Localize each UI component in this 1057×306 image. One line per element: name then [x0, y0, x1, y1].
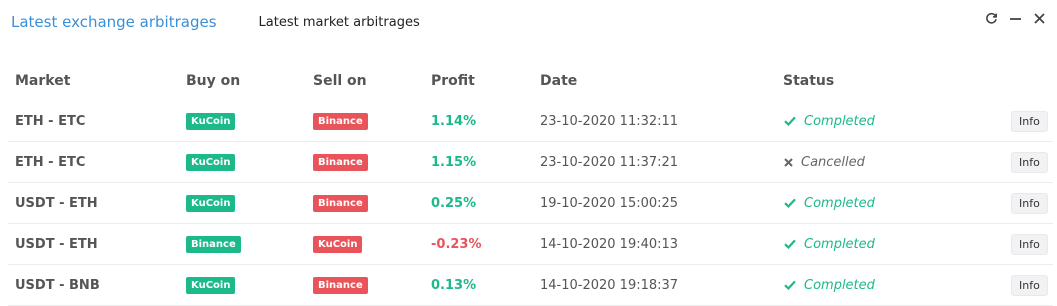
tab-latest-market-arbitrages[interactable]: Latest market arbitrages: [259, 15, 420, 30]
status-cell: Cancelled: [784, 142, 865, 182]
table-row: ETH - ETC KuCoin Binance 1.15% 23-10-2020 11…: [8, 142, 1053, 183]
sell-exchange-badge: Binance: [313, 153, 368, 171]
buy-exchange-badge: KuCoin: [186, 112, 236, 130]
market-pair: USDT - BNB: [15, 277, 100, 293]
minimize-icon[interactable]: [1007, 10, 1023, 26]
info-cell: Info: [1011, 142, 1048, 182]
status-label: Completed: [804, 195, 875, 211]
info-cell: Info: [1011, 183, 1048, 223]
date-value: 23-10-2020 11:37:21: [540, 154, 679, 170]
market-pair: ETH - ETC: [15, 154, 86, 170]
info-cell: Info: [1011, 101, 1048, 141]
profit-value: 0.13%: [431, 277, 477, 293]
status-label: Completed: [804, 277, 875, 293]
refresh-icon[interactable]: [983, 10, 999, 26]
market-pair: USDT - ETH: [15, 195, 98, 211]
sell-exchange: Binance: [313, 183, 368, 223]
x-icon: [784, 157, 793, 167]
info-cell: Info: [1011, 224, 1048, 264]
profit-value: -0.23%: [431, 236, 482, 252]
date-value: 19-10-2020 15:00:25: [540, 195, 679, 211]
market-pair: ETH - ETC: [15, 113, 86, 129]
profit-value: 1.14%: [431, 113, 477, 129]
header-date[interactable]: Date: [540, 73, 577, 89]
tab-bar: Latest exchange arbitrages Latest market…: [11, 11, 420, 33]
header-status[interactable]: Status: [783, 73, 834, 89]
sell-exchange-badge: Binance: [313, 276, 368, 294]
status-cell: Completed: [784, 183, 875, 223]
sell-exchange-badge: Binance: [313, 194, 368, 212]
buy-exchange-badge: Binance: [186, 235, 241, 253]
table-body: ETH - ETC KuCoin Binance 1.14% 23-10-2020 11…: [0, 101, 1057, 306]
check-icon: [784, 116, 796, 126]
sell-exchange: Binance: [313, 265, 368, 305]
buy-exchange: KuCoin: [186, 265, 236, 305]
info-button[interactable]: Info: [1011, 151, 1048, 173]
tab-latest-exchange-arbitrages[interactable]: Latest exchange arbitrages: [11, 13, 217, 31]
sell-exchange-badge: Binance: [313, 112, 368, 130]
buy-exchange: KuCoin: [186, 183, 236, 223]
buy-exchange-badge: KuCoin: [186, 153, 236, 171]
buy-exchange-badge: KuCoin: [186, 276, 236, 294]
status-label: Cancelled: [801, 154, 865, 170]
sell-exchange-badge: KuCoin: [313, 235, 363, 253]
info-button[interactable]: Info: [1011, 274, 1048, 296]
header-market[interactable]: Market: [15, 73, 70, 89]
info-button[interactable]: Info: [1011, 192, 1048, 214]
buy-exchange-badge: KuCoin: [186, 194, 236, 212]
info-cell: Info: [1011, 265, 1048, 305]
status-label: Completed: [804, 236, 875, 252]
profit-value: 0.25%: [431, 195, 477, 211]
table-row: USDT - ETH KuCoin Binance 0.25% 19-10-2020 1…: [8, 183, 1053, 224]
header-profit[interactable]: Profit: [431, 73, 475, 89]
check-icon: [784, 239, 796, 249]
header-sell-on[interactable]: Sell on: [313, 73, 367, 89]
market-pair: USDT - ETH: [15, 236, 98, 252]
buy-exchange: KuCoin: [186, 142, 236, 182]
buy-exchange: Binance: [186, 224, 241, 264]
table-row: ETH - ETC KuCoin Binance 1.14% 23-10-2020 11…: [8, 101, 1053, 142]
date-value: 14-10-2020 19:40:13: [540, 236, 679, 252]
status-cell: Completed: [784, 101, 875, 141]
date-value: 14-10-2020 19:18:37: [540, 277, 679, 293]
table-row: USDT - ETH Binance KuCoin -0.23% 14-10-2020 …: [8, 224, 1053, 265]
info-button[interactable]: Info: [1011, 233, 1048, 255]
status-cell: Completed: [784, 265, 875, 305]
profit-value: 1.15%: [431, 154, 477, 170]
table-row: USDT - BNB KuCoin Binance 0.13% 14-10-2020 1…: [8, 265, 1053, 306]
date-value: 23-10-2020 11:32:11: [540, 113, 679, 129]
buy-exchange: KuCoin: [186, 101, 236, 141]
header-buy-on[interactable]: Buy on: [186, 73, 240, 89]
table-header: Market Buy on Sell on Profit Date Status: [0, 73, 1057, 93]
close-icon[interactable]: [1031, 10, 1047, 26]
window-controls: [983, 10, 1047, 26]
status-label: Completed: [804, 113, 875, 129]
status-cell: Completed: [784, 224, 875, 264]
info-button[interactable]: Info: [1011, 110, 1048, 132]
check-icon: [784, 280, 796, 290]
sell-exchange: Binance: [313, 101, 368, 141]
sell-exchange: Binance: [313, 142, 368, 182]
sell-exchange: KuCoin: [313, 224, 363, 264]
check-icon: [784, 198, 796, 208]
